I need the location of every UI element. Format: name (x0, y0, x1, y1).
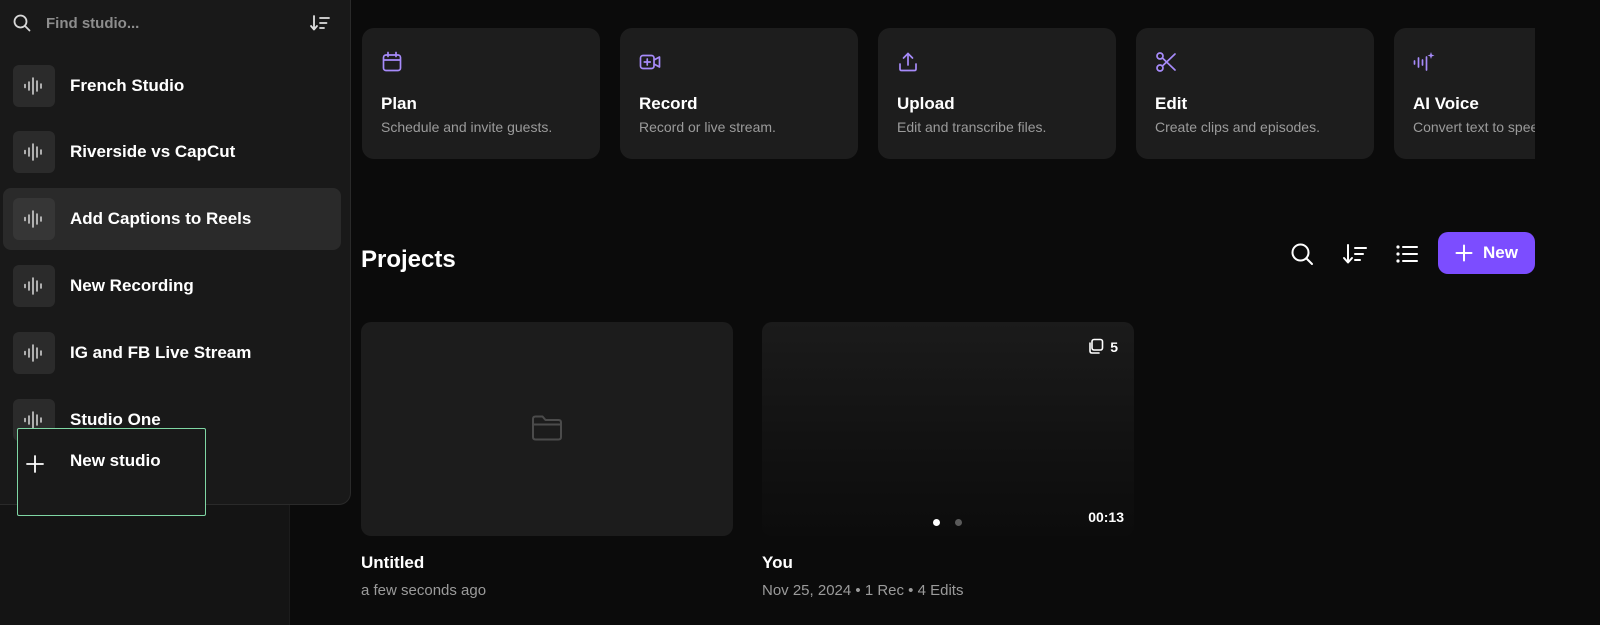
new-studio-label: New studio (70, 451, 161, 470)
action-card-title: AI Voice (1413, 94, 1479, 113)
sort-icon[interactable] (309, 12, 331, 34)
upload-icon (899, 52, 917, 72)
plus-icon (26, 455, 44, 473)
sort-icon[interactable] (1341, 240, 1369, 268)
studio-item-label: French Studio (70, 76, 185, 95)
studio-search-input[interactable] (44, 10, 294, 36)
waveform-icon (13, 332, 55, 374)
search-icon (13, 14, 31, 32)
scissors-icon (1156, 52, 1176, 72)
project-meta: Nov 25, 2024 • 1 Rec • 4 Edits (762, 582, 964, 599)
studio-item-french-studio[interactable]: French Studio (3, 55, 341, 117)
studio-item-label: Add Captions to Reels (70, 209, 252, 228)
studio-item-new-recording[interactable]: New Recording (3, 255, 341, 317)
action-card-record[interactable]: Record Record or live stream. (620, 28, 858, 159)
studio-item-ig-and-fb-live-stream[interactable]: IG and FB Live Stream (3, 322, 341, 384)
studio-search-row (0, 0, 350, 46)
action-card-description: Schedule and invite guests. (381, 119, 553, 135)
action-card-title: Edit (1155, 94, 1188, 113)
recordings-count-badge: 5 (1087, 338, 1118, 355)
waveform-icon (13, 65, 55, 107)
new-project-button[interactable]: New (1438, 232, 1535, 274)
new-project-label: New (1483, 243, 1518, 262)
ai-voice-icon (1413, 52, 1435, 71)
action-card-plan[interactable]: Plan Schedule and invite guests. (362, 28, 600, 159)
stack-icon (1089, 338, 1104, 354)
project-card-you[interactable]: 5 00:13 (762, 322, 1134, 536)
project-card-untitled[interactable] (361, 322, 733, 536)
waveform-icon (13, 131, 55, 173)
video-plus-icon (639, 54, 661, 70)
action-card-description: Record or live stream. (639, 119, 776, 135)
search-icon[interactable] (1288, 240, 1316, 268)
action-card-title: Record (639, 94, 698, 113)
carousel-dot[interactable] (955, 519, 962, 526)
list-view-icon[interactable] (1393, 240, 1421, 268)
carousel-dot-active[interactable] (933, 519, 940, 526)
action-card-description: Create clips and episodes. (1155, 119, 1320, 135)
studio-item-label: New Recording (70, 276, 194, 295)
plus-icon (1455, 244, 1473, 262)
new-studio-button[interactable]: New studio (17, 428, 206, 516)
folder-icon (532, 415, 562, 441)
studio-item-add-captions-to-reels[interactable]: Add Captions to Reels (3, 188, 341, 250)
action-card-ai-voice[interactable]: AI Voice Convert text to speech. (1394, 28, 1535, 159)
action-card-upload[interactable]: Upload Edit and transcribe files. (878, 28, 1116, 159)
project-title[interactable]: You (762, 553, 793, 573)
studio-item-riverside-vs-capcut[interactable]: Riverside vs CapCut (3, 121, 341, 183)
waveform-icon (13, 265, 55, 307)
studio-item-label: IG and FB Live Stream (70, 343, 252, 362)
duration-label: 00:13 (1088, 509, 1124, 525)
action-card-description: Edit and transcribe files. (897, 119, 1047, 135)
calendar-icon (382, 51, 402, 72)
projects-heading: Projects (361, 246, 456, 273)
waveform-icon (13, 198, 55, 240)
quick-actions-row: Plan Schedule and invite guests. Record … (360, 0, 1535, 170)
recordings-count: 5 (1110, 338, 1118, 355)
studio-item-label: Riverside vs CapCut (70, 142, 236, 161)
project-meta: a few seconds ago (361, 582, 487, 599)
action-card-edit[interactable]: Edit Create clips and episodes. (1136, 28, 1374, 159)
action-card-description: Convert text to speech. (1413, 119, 1535, 135)
project-title[interactable]: Untitled (361, 553, 424, 573)
action-card-title: Plan (381, 94, 417, 113)
action-card-title: Upload (897, 94, 955, 113)
